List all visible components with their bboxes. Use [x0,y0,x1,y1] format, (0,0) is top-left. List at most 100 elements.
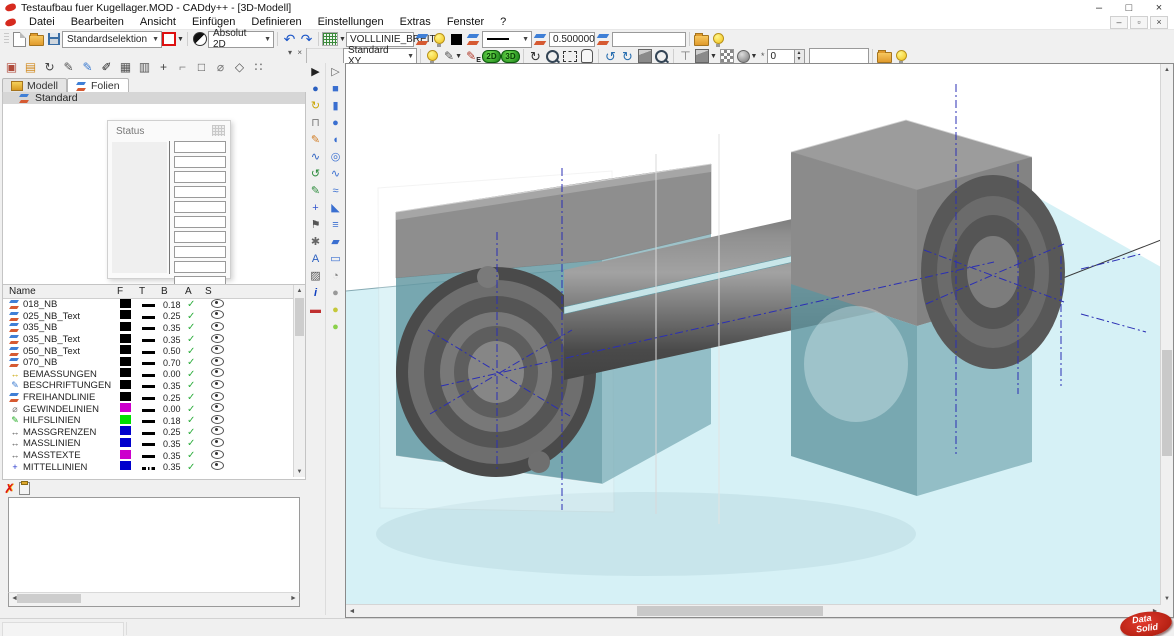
select-arrow-icon[interactable]: ▶ [306,63,325,80]
lines-icon[interactable]: ▥ [135,59,154,75]
highlight2-button[interactable] [893,48,910,64]
rotate-right-button[interactable]: ↻ [619,48,636,64]
highlight-button[interactable] [710,31,727,47]
sketch-tool-button[interactable]: ✎▼ [441,48,465,64]
spinner-buttons[interactable]: ▲▼ [795,49,805,64]
layer-color-cell[interactable] [117,426,139,438]
rotate-left-button[interactable]: ↺ [602,48,619,64]
layer-color-cell[interactable] [117,334,139,346]
layer-width-cell[interactable]: 0.70 [161,358,187,368]
minimize-button[interactable]: – [1084,0,1114,15]
layer-color-cell[interactable] [117,299,139,311]
layer-active-cell[interactable]: ✓ [187,346,207,357]
layer-active-cell[interactable]: ✓ [187,380,207,391]
layer-linetype-cell[interactable] [139,404,161,415]
spinner-field[interactable]: 0 [767,49,795,64]
cross-icon[interactable]: + [154,59,173,75]
layer-linetype-cell[interactable] [139,369,161,380]
undo-button[interactable]: ↶ [281,31,298,47]
layer-visible-cell[interactable] [207,334,229,346]
layer-width-cell[interactable]: 0.25 [161,393,187,403]
menu-item-ansicht[interactable]: Ansicht [132,16,184,28]
table-row[interactable]: 070_NB0.70✓ [3,357,305,369]
layer-width-button[interactable] [595,31,612,47]
paste-button[interactable] [19,482,30,495]
layer-color-cell[interactable] [117,415,139,427]
layer-linetype-cell[interactable] [139,346,161,357]
menu-item-einfgen[interactable]: Einfügen [184,16,243,28]
tree-item-standard[interactable]: Standard [3,92,305,104]
table-row[interactable]: 035_NB0.35✓ [3,322,305,334]
layer-width-cell[interactable]: 0.35 [161,451,187,461]
menu-item-einstellungen[interactable]: Einstellungen [310,16,392,28]
layer-active-cell[interactable]: ✓ [187,311,207,322]
pick-color-button[interactable] [431,31,448,47]
layer-linetype-cell[interactable] [139,438,161,449]
layer-color-cell[interactable] [117,368,139,380]
select-outline-icon[interactable]: ▷ [326,63,345,80]
view-2d-button[interactable]: 2D [482,48,501,64]
layer-visible-cell[interactable] [207,380,229,392]
layer-visible-cell[interactable] [207,426,229,438]
status-field[interactable] [174,201,226,213]
level-spinner[interactable]: 0 ▲▼ [767,49,805,64]
layer-color-cell[interactable] [117,403,139,415]
layer-color-cell[interactable] [117,380,139,392]
layer-color-button[interactable] [465,31,482,47]
tab-folien[interactable]: Folien [67,78,129,93]
group2-folder-button[interactable] [876,48,893,64]
scroll-up-icon[interactable]: ▲ [294,285,305,296]
new-layer-icon[interactable]: ▣ [2,59,21,75]
edit-pencil-icon[interactable]: ✎ [306,182,325,199]
zoom-page-button[interactable] [653,48,670,64]
3d-viewport[interactable] [346,64,1161,604]
solid-wave-icon[interactable]: ≈ [326,182,345,199]
layer-linetype-cell[interactable] [139,462,161,473]
zoom-select-button[interactable] [544,48,561,64]
col-s[interactable]: S [205,286,227,297]
zoom-window-button[interactable] [561,48,578,64]
scroll-up-icon[interactable]: ▲ [1161,64,1173,76]
table-row[interactable]: ⌀GEWINDELINIEN0.00✓ [3,403,305,415]
status-field[interactable] [174,261,226,273]
menu-item-bearbeiten[interactable]: Bearbeiten [63,16,132,28]
panel-close-icon[interactable]: × [297,49,302,57]
plane-light-button[interactable] [424,48,441,64]
status-field[interactable] [174,231,226,243]
status-field[interactable] [174,216,226,228]
current-color-button[interactable] [448,31,465,47]
layer-linetype-cell[interactable] [139,311,161,322]
layer-linetype-cell[interactable] [139,322,161,333]
shell-icon[interactable]: ◔ [326,267,345,284]
layer-linetype-cell[interactable] [139,380,161,391]
layer-visible-cell[interactable] [207,310,229,322]
layer-linetype-cell[interactable] [139,415,161,426]
line-style-combo[interactable]: ▼ [482,31,532,48]
col-b[interactable]: B [161,286,185,297]
delete-layer-button[interactable]: ✗ [4,481,15,497]
solid-dome-icon[interactable]: ◖ [326,131,345,148]
layer-width-cell[interactable]: 0.18 [161,416,187,426]
open-file-button[interactable] [28,31,45,47]
flag-icon[interactable]: ⚑ [306,216,325,233]
render-tool-button[interactable]: ⊤ [677,48,694,64]
table-row[interactable]: ↔MASSTEXTE0.35✓ [3,450,305,462]
scroll-down-icon[interactable]: ▼ [294,466,305,477]
layer-visible-cell[interactable] [207,299,229,311]
child-minimize-button[interactable]: – [1110,16,1128,29]
table-row[interactable]: ✎HILFSLINIEN0.18✓ [3,415,305,427]
hatch-icon[interactable]: ▨ [306,267,325,284]
line-width-field[interactable]: 0.500000 [549,32,595,47]
menu-item-extras[interactable]: Extras [392,16,439,28]
status-field[interactable] [174,171,226,183]
layer-visible-cell[interactable] [207,450,229,462]
layer-visible-cell[interactable] [207,403,229,415]
table-row[interactable]: ↔MASSLINIEN0.35✓ [3,438,305,450]
save-file-button[interactable] [45,31,62,47]
dot-list-icon[interactable]: ∷ [249,59,268,75]
table-row[interactable]: ↔BEMASSUNGEN0.00✓ [3,369,305,381]
layer-width-cell[interactable]: 0.25 [161,311,187,321]
scroll-down-icon[interactable]: ▼ [1161,593,1173,605]
close-button[interactable]: × [1144,0,1174,15]
layer-width-cell[interactable]: 0.35 [161,462,187,472]
